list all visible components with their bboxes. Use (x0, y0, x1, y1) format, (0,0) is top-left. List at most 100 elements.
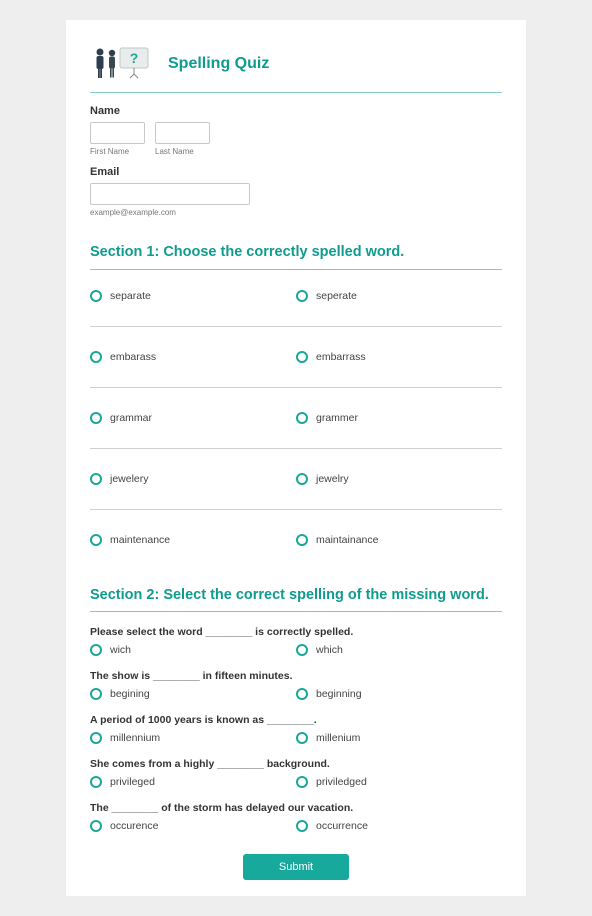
option-label: seperate (316, 290, 357, 302)
option: embarrass (296, 351, 502, 363)
option: jewelery (90, 473, 296, 485)
question-row: privileged priviledged (90, 776, 502, 788)
question-prompt: The show is ________ in fifteen minutes. (90, 670, 502, 682)
option: which (296, 644, 502, 656)
radio-button[interactable] (296, 732, 308, 744)
divider (90, 326, 502, 327)
option: grammer (296, 412, 502, 424)
radio-button[interactable] (90, 644, 102, 656)
question-prompt: The ________ of the storm has delayed ou… (90, 802, 502, 814)
option-label: privileged (110, 776, 155, 788)
radio-button[interactable] (296, 776, 308, 788)
email-input[interactable] (90, 183, 250, 205)
question-row: wich which (90, 644, 502, 656)
option: millenium (296, 732, 502, 744)
option: separate (90, 290, 296, 302)
question-row: begining beginning (90, 688, 502, 700)
submit-wrap: Submit (90, 854, 502, 880)
first-name-group: First Name (90, 122, 145, 156)
option: wich (90, 644, 296, 656)
radio-button[interactable] (90, 688, 102, 700)
radio-button[interactable] (296, 412, 308, 424)
option: occurence (90, 820, 296, 832)
radio-button[interactable] (90, 820, 102, 832)
radio-button[interactable] (296, 688, 308, 700)
option: millennium (90, 732, 296, 744)
header: ? Spelling Quiz (90, 44, 502, 84)
submit-button[interactable]: Submit (243, 854, 349, 880)
option: privileged (90, 776, 296, 788)
radio-button[interactable] (90, 290, 102, 302)
option-label: wich (110, 644, 131, 656)
option: begining (90, 688, 296, 700)
section1-heading: Section 1: Choose the correctly spelled … (90, 243, 502, 263)
divider (90, 448, 502, 449)
first-name-sublabel: First Name (90, 147, 145, 156)
option-label: grammer (316, 412, 358, 424)
option: seperate (296, 290, 502, 302)
option-label: maintenance (110, 534, 170, 546)
radio-button[interactable] (90, 732, 102, 744)
option-label: begining (110, 688, 150, 700)
name-label: Name (90, 105, 502, 117)
divider (90, 92, 502, 93)
option-label: embarrass (316, 351, 366, 363)
divider (90, 509, 502, 510)
question-row: jewelery jewelry (90, 463, 502, 499)
last-name-sublabel: Last Name (155, 147, 210, 156)
option-label: jewelry (316, 473, 349, 485)
option: jewelry (296, 473, 502, 485)
question-row: occurence occurrence (90, 820, 502, 832)
option-label: jewelery (110, 473, 149, 485)
radio-button[interactable] (90, 473, 102, 485)
last-name-input[interactable] (155, 122, 210, 144)
form-page: ? Spelling Quiz Name First (66, 20, 526, 896)
question-prompt: A period of 1000 years is known as _____… (90, 714, 502, 726)
radio-button[interactable] (296, 290, 308, 302)
radio-button[interactable] (90, 412, 102, 424)
question-row: maintenance maintainance (90, 524, 502, 560)
option-label: grammar (110, 412, 152, 424)
question-row: grammar grammer (90, 402, 502, 438)
radio-button[interactable] (90, 776, 102, 788)
page-title: Spelling Quiz (168, 55, 269, 73)
email-hint: example@example.com (90, 208, 502, 217)
option-label: maintainance (316, 534, 378, 546)
option-label: millennium (110, 732, 160, 744)
option-label: which (316, 644, 343, 656)
divider (90, 611, 502, 612)
radio-button[interactable] (296, 351, 308, 363)
option-label: embarass (110, 351, 156, 363)
radio-button[interactable] (296, 534, 308, 546)
option: embarass (90, 351, 296, 363)
divider (90, 269, 502, 270)
option: grammar (90, 412, 296, 424)
email-label: Email (90, 166, 502, 178)
divider (90, 387, 502, 388)
question-row: embarass embarrass (90, 341, 502, 377)
option: maintainance (296, 534, 502, 546)
radio-button[interactable] (296, 644, 308, 656)
question-prompt: She comes from a highly ________ backgro… (90, 758, 502, 770)
header-illustration: ? (90, 44, 152, 84)
option-label: beginning (316, 688, 362, 700)
question-row: millennium millenium (90, 732, 502, 744)
first-name-input[interactable] (90, 122, 145, 144)
option-label: separate (110, 290, 151, 302)
option-label: occurrence (316, 820, 368, 832)
option-label: occurence (110, 820, 158, 832)
name-row: First Name Last Name (90, 122, 502, 156)
option: occurrence (296, 820, 502, 832)
option: priviledged (296, 776, 502, 788)
svg-text:?: ? (130, 50, 139, 66)
radio-button[interactable] (90, 351, 102, 363)
last-name-group: Last Name (155, 122, 210, 156)
option-label: priviledged (316, 776, 367, 788)
question-prompt: Please select the word ________ is corre… (90, 626, 502, 638)
option: beginning (296, 688, 502, 700)
radio-button[interactable] (296, 820, 308, 832)
option: maintenance (90, 534, 296, 546)
radio-button[interactable] (90, 534, 102, 546)
radio-button[interactable] (296, 473, 308, 485)
question-row: separate seperate (90, 280, 502, 316)
